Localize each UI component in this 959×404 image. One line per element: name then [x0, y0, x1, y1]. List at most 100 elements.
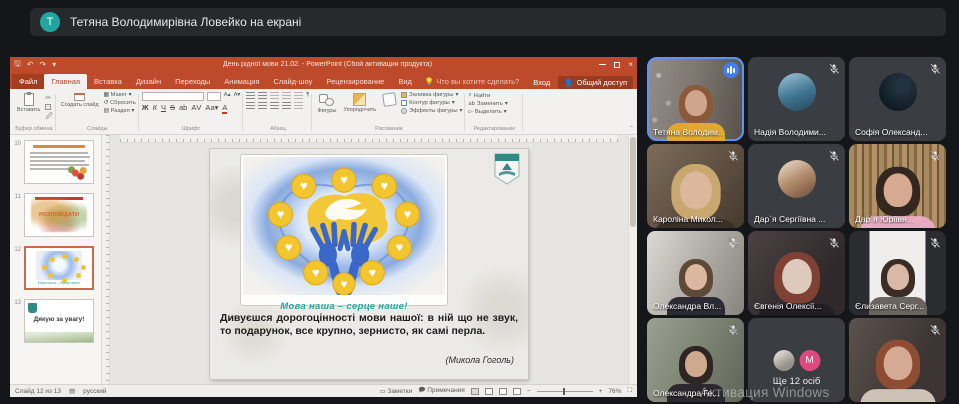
line-spacing-icon[interactable]: [294, 92, 304, 99]
bullets-icon[interactable]: [246, 92, 256, 99]
participant-tile[interactable]: Кароліна Микол...: [647, 144, 744, 228]
zoom-slider[interactable]: [536, 387, 593, 395]
tab-slideshow[interactable]: Слайд-шоу: [267, 74, 320, 89]
participant-tile[interactable]: Надія Володими...: [748, 57, 845, 141]
zoom-level[interactable]: 76%: [608, 388, 621, 395]
replace-button[interactable]: ab Заменить ▾: [468, 101, 520, 107]
collapse-ribbon-icon[interactable]: ⌃: [629, 125, 634, 132]
undo-icon[interactable]: ↶: [27, 60, 34, 69]
new-slide-icon: [74, 93, 86, 101]
slide-thumbnail-11[interactable]: РОЗПОВІДАТИ: [24, 193, 94, 237]
participant-tile[interactable]: Олександра Вл...: [647, 231, 744, 315]
slide-scrollbar[interactable]: [628, 135, 637, 384]
tab-design[interactable]: Дизайн: [129, 74, 168, 89]
mic-muted-icon: [929, 149, 941, 161]
avatar: [777, 73, 816, 112]
participant-tile[interactable]: Євгенія Олексії...: [748, 231, 845, 315]
text-direction-icon[interactable]: ¶: [306, 92, 309, 98]
italic-button[interactable]: К: [153, 103, 157, 112]
save-icon[interactable]: 🖫: [14, 58, 21, 72]
grow-font-icon[interactable]: А▴: [224, 92, 231, 98]
tab-view[interactable]: Вид: [391, 74, 419, 89]
numbering-icon[interactable]: [258, 92, 268, 99]
clipboard-icon: [23, 92, 34, 106]
align-right-icon[interactable]: [270, 102, 280, 109]
text-shadow-button[interactable]: ab: [179, 103, 187, 112]
participant-tile[interactable]: Дар`я Юріївн...: [849, 144, 946, 228]
slide-thumbnail-12-selected[interactable]: Мова наша – серце наше!: [24, 246, 94, 290]
find-button[interactable]: ⌕ Найти: [468, 92, 520, 99]
participant-tile[interactable]: Єлизавета Серг...: [849, 231, 946, 315]
share-button[interactable]: 👤 Общий доступ: [558, 76, 633, 89]
normal-view-icon[interactable]: [470, 387, 479, 395]
slide-thumbnail-10[interactable]: [24, 140, 94, 184]
bold-button[interactable]: Ж: [142, 103, 149, 112]
tab-file[interactable]: Файл: [12, 74, 45, 89]
strikethrough-button[interactable]: S: [170, 103, 175, 112]
align-center-icon[interactable]: [258, 102, 268, 109]
shrink-font-icon[interactable]: А▾: [234, 92, 241, 98]
qat-dropdown-icon[interactable]: ▾: [52, 60, 56, 69]
participant-tile[interactable]: Тетяна Володим...: [647, 57, 744, 141]
justify-icon[interactable]: [282, 102, 292, 109]
minimize-icon[interactable]: [599, 64, 607, 65]
select-button[interactable]: ▻ Выделить ▾: [468, 109, 520, 115]
signin-button[interactable]: Вход: [533, 78, 550, 87]
fit-to-window-icon[interactable]: ⛶: [627, 387, 632, 395]
shapes-button[interactable]: Фигуры: [315, 92, 338, 115]
align-left-icon[interactable]: [246, 102, 256, 109]
slide-thumbnail-13[interactable]: Дякую за увагу!: [24, 299, 94, 343]
char-spacing-button[interactable]: АV: [191, 103, 201, 112]
tab-transitions[interactable]: Переходы: [168, 74, 217, 89]
quick-styles-button[interactable]: [381, 92, 398, 107]
maximize-icon[interactable]: [614, 61, 621, 68]
layout-button[interactable]: ▦ Макет ▾: [104, 92, 136, 98]
zoom-in-icon[interactable]: +: [599, 388, 603, 395]
tellme-box[interactable]: 💡 Что вы хотите сделать?: [419, 74, 525, 89]
font-size-select[interactable]: [206, 92, 221, 101]
notes-icon[interactable]: ▤: [69, 387, 75, 395]
quick-access-toolbar[interactable]: 🖫 ↶ ↷ ▾: [14, 58, 74, 72]
window-controls[interactable]: ×: [581, 60, 633, 69]
comments-toggle[interactable]: 🗩 Примечания: [418, 386, 465, 397]
format-painter-icon[interactable]: 🖉: [45, 112, 52, 123]
arrange-button[interactable]: Упорядочить: [341, 92, 378, 114]
indent-increase-icon[interactable]: [282, 92, 292, 99]
flowers-image: [65, 165, 91, 181]
copy-icon[interactable]: [45, 104, 52, 110]
tab-animations[interactable]: Анимация: [217, 74, 266, 89]
font-color-button[interactable]: А: [222, 103, 228, 114]
slide-sorter-view-icon[interactable]: [484, 387, 493, 395]
slide-thumbnail-panel[interactable]: 10 11 РОЗПОВІДАТИ 12 Мова наша – серце н…: [10, 135, 102, 384]
change-case-button[interactable]: Аа▾: [205, 103, 218, 112]
columns-icon[interactable]: [294, 102, 304, 109]
shape-fill-button[interactable]: Заливка фигуры ▾: [401, 92, 462, 98]
reset-button[interactable]: ↺ Сбросить: [104, 100, 136, 106]
tab-review[interactable]: Рецензирование: [319, 74, 391, 89]
current-slide[interactable]: ♥ ♥ ♥ ♥ ♥ ♥ ♥ ♥ ♥ ♥ Мова наша – серце на…: [210, 148, 528, 379]
paste-button[interactable]: Вставить: [15, 92, 42, 114]
font-name-select[interactable]: [141, 92, 204, 101]
section-button[interactable]: ▤ Раздел ▾: [104, 108, 136, 114]
notes-toggle[interactable]: ▭ Заметки: [379, 387, 412, 395]
slides-group: Создать слайд ▦ Макет ▾ ↺ Сбросить ▤ Раз…: [56, 91, 139, 134]
tab-insert[interactable]: Вставка: [87, 74, 129, 89]
slide-editing-area[interactable]: ♥ ♥ ♥ ♥ ♥ ♥ ♥ ♥ ♥ ♥ Мова наша – серце на…: [110, 143, 628, 384]
participant-tile[interactable]: Софія Олександ...: [849, 57, 946, 141]
indent-decrease-icon[interactable]: [270, 92, 280, 99]
close-icon[interactable]: ×: [628, 60, 633, 69]
slideshow-view-icon[interactable]: [512, 387, 521, 395]
underline-button[interactable]: Ч: [161, 103, 166, 112]
shape-effects-button[interactable]: Эффекты фигуры ▾: [401, 108, 462, 114]
svg-text:♥: ♥: [396, 239, 404, 254]
tab-home[interactable]: Главная: [44, 74, 87, 89]
zoom-out-icon[interactable]: −: [527, 388, 531, 395]
reading-view-icon[interactable]: [498, 387, 507, 395]
participant-tile[interactable]: Дар`я Сергіївна ...: [748, 144, 845, 228]
new-slide-button[interactable]: Создать слайд: [59, 92, 101, 109]
redo-icon[interactable]: ↷: [40, 60, 47, 69]
language-indicator[interactable]: русский: [83, 388, 106, 395]
participant-tile[interactable]: [849, 318, 946, 402]
shape-outline-button[interactable]: Контур фигуры ▾: [401, 100, 462, 106]
cut-icon[interactable]: ✂: [45, 94, 52, 102]
